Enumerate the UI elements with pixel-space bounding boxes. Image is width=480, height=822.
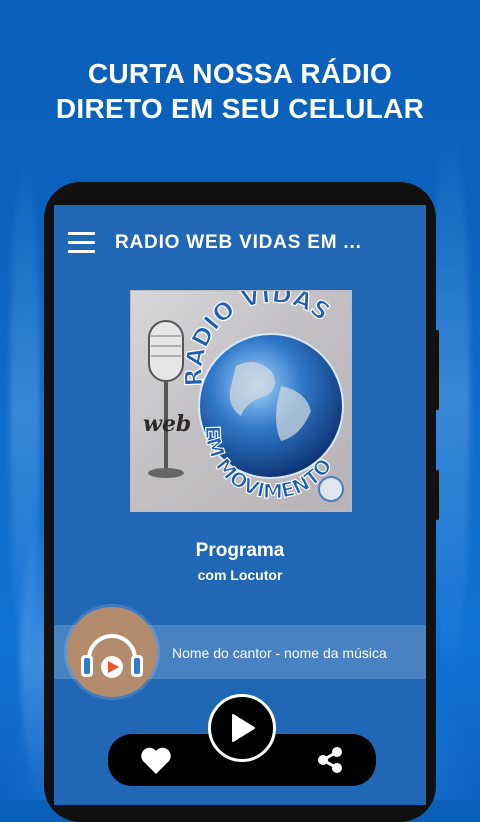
program-host: com Locutor: [197, 567, 283, 583]
phone-side-button: [434, 470, 439, 520]
program-name: Programa: [195, 540, 285, 561]
logo-web-text: web: [143, 411, 191, 437]
promo-line-1: CURTA NOSSA RÁDIO: [87, 58, 393, 89]
share-icon[interactable]: [315, 745, 345, 775]
phone-side-button: [434, 330, 439, 410]
play-icon: [232, 714, 255, 742]
microphone-icon: [148, 320, 184, 478]
promo-headline: CURTA NOSSA RÁDIO DIRETO EM SEU CELULAR: [0, 56, 480, 126]
play-button[interactable]: [208, 694, 276, 762]
now-playing-artwork: [67, 607, 157, 697]
headphones-icon: [81, 634, 143, 678]
station-logo-art: RADIO VIDAS EM MOVIMENTO web: [143, 291, 344, 504]
hamburger-menu-icon[interactable]: [68, 232, 95, 254]
app-title: RADIO WEB VIDAS EM ...: [115, 232, 362, 253]
now-playing-text: Nome do cantor - nome da música: [172, 645, 387, 661]
app-toolbar: RADIO WEB VIDAS EM ...: [54, 205, 426, 283]
station-logo: RADIO VIDAS EM MOVIMENTO web: [130, 290, 352, 512]
heart-icon[interactable]: [140, 747, 172, 775]
promo-line-2: DIRETO EM SEU CELULAR: [55, 93, 425, 124]
badge-icon: [318, 476, 344, 502]
